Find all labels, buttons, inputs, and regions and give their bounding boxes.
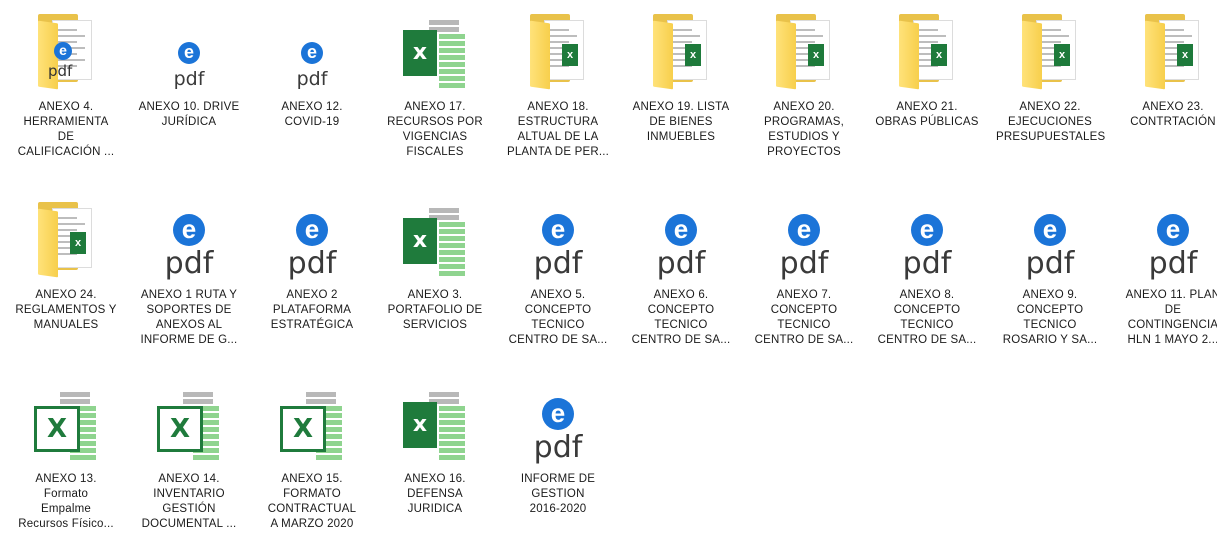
- file-item[interactable]: x ANEXO 18. ESTRUCTURA ALTUAL DE LA PLANT…: [504, 8, 612, 160]
- pdf-icon: e pdf: [1148, 214, 1198, 281]
- folder-excel-icon: x: [891, 8, 963, 94]
- file-label: ANEXO 5. CONCEPTO TECNICO CENTRO DE SA..…: [508, 289, 608, 346]
- file-label: ANEXO 11. PLAN DE CONTINGENCIA HLN 1 MAY…: [1125, 289, 1217, 346]
- file-label: ANEXO 9. CONCEPTO TECNICO ROSARIO Y SA..…: [1002, 289, 1098, 346]
- file-label: INFORME DE GESTION 2016-2020: [520, 473, 596, 515]
- pdf-icon: e pdf: [1025, 214, 1075, 281]
- file-label: ANEXO 21. OBRAS PÚBLICAS: [875, 101, 979, 128]
- file-item[interactable]: e pdf ANEXO 2 PLATAFORMA ESTRATÉGICA: [258, 196, 366, 333]
- file-label: ANEXO 23. CONTRTACIÓN: [1130, 101, 1216, 128]
- file-label: ANEXO 14. INVENTARIO GESTIÓN DOCUMENTAL …: [141, 473, 237, 530]
- file-item[interactable]: e pdf INFORME DE GESTION 2016-2020: [504, 380, 612, 517]
- file-label: ANEXO 10. DRIVE JURÍDICA: [138, 101, 240, 128]
- file-item[interactable]: e pdf ANEXO 9. CONCEPTO TECNICO ROSARIO Y …: [996, 196, 1104, 348]
- excel-icon: x: [399, 380, 471, 466]
- file-label: ANEXO 3. PORTAFOLIO DE SERVICIOS: [387, 289, 483, 331]
- file-label: ANEXO 22. EJECUCIONES PRESUPUESTALES: [996, 101, 1106, 143]
- file-item[interactable]: X ANEXO 14. INVENTARIO GESTIÓN DOCUMENTAL…: [135, 380, 243, 532]
- pdf-icon: e pdf: [533, 398, 583, 465]
- file-item[interactable]: e pdf ANEXO 10. DRIVE JURÍDICA: [135, 8, 243, 130]
- file-item[interactable]: x ANEXO 24. REGLAMENTOS Y MANUALES: [12, 196, 120, 333]
- file-item[interactable]: e pdf ANEXO 6. CONCEPTO TECNICO CENTRO DE …: [627, 196, 735, 348]
- folder-excel-icon: x: [645, 8, 717, 94]
- folder-excel-icon: x: [30, 196, 102, 282]
- file-item[interactable]: x ANEXO 16. DEFENSA JURIDICA: [381, 380, 489, 517]
- folder-pdf-icon: e pdf: [30, 8, 102, 94]
- file-label: ANEXO 6. CONCEPTO TECNICO CENTRO DE SA..…: [631, 289, 731, 346]
- file-label: ANEXO 19. LISTA DE BIENES INMUEBLES: [632, 101, 730, 143]
- pdf-icon: e pdf: [173, 42, 205, 90]
- file-label: ANEXO 18. ESTRUCTURA ALTUAL DE LA PLANTA…: [506, 101, 610, 158]
- file-label: ANEXO 1 RUTA Y SOPORTES DE ANEXOS AL INF…: [140, 289, 238, 346]
- file-item[interactable]: e pdf ANEXO 1 RUTA Y SOPORTES DE ANEXOS AL…: [135, 196, 243, 348]
- file-label: ANEXO 4. HERRAMIENTA DE CALIFICACIÓN ...: [17, 101, 115, 158]
- folder-excel-icon: x: [1014, 8, 1086, 94]
- file-item[interactable]: x ANEXO 22. EJECUCIONES PRESUPUESTALES: [996, 8, 1106, 145]
- pdf-icon: e pdf: [656, 214, 706, 281]
- file-item[interactable]: e pdf ANEXO 7. CONCEPTO TECNICO CENTRO DE …: [750, 196, 858, 348]
- file-label: ANEXO 8. CONCEPTO TECNICO CENTRO DE SA..…: [877, 289, 977, 346]
- pdf-icon: e pdf: [164, 214, 214, 281]
- file-item[interactable]: x ANEXO 20. PROGRAMAS, ESTUDIOS Y PROYECT…: [750, 8, 858, 160]
- pdf-icon: e pdf: [779, 214, 829, 281]
- file-label: ANEXO 13. Formato Empalme Recursos Físic…: [18, 473, 114, 530]
- excel-icon: x: [399, 8, 471, 94]
- file-label: ANEXO 20. PROGRAMAS, ESTUDIOS Y PROYECTO…: [764, 101, 844, 158]
- excel-icon: x: [399, 196, 471, 282]
- file-label: ANEXO 15. FORMATO CONTRACTUAL A MARZO 20…: [267, 473, 357, 530]
- file-item[interactable]: X ANEXO 13. Formato Empalme Recursos Físi…: [12, 380, 120, 532]
- file-item[interactable]: e pdf ANEXO 12. COVID-19: [258, 8, 366, 130]
- file-item[interactable]: x ANEXO 17. RECURSOS POR VIGENCIAS FISCAL…: [381, 8, 489, 160]
- excel-old-icon: X: [276, 380, 348, 466]
- folder-excel-icon: x: [768, 8, 840, 94]
- file-label: ANEXO 7. CONCEPTO TECNICO CENTRO DE SA..…: [754, 289, 854, 346]
- file-label: ANEXO 2 PLATAFORMA ESTRATÉGICA: [270, 289, 354, 331]
- file-label: ANEXO 16. DEFENSA JURIDICA: [404, 473, 466, 515]
- pdf-icon: e pdf: [902, 214, 952, 281]
- file-item[interactable]: e pdf ANEXO 11. PLAN DE CONTINGENCIA HLN 1…: [1119, 196, 1217, 348]
- file-label: ANEXO 17. RECURSOS POR VIGENCIAS FISCALE…: [387, 101, 483, 158]
- file-item[interactable]: x ANEXO 23. CONTRTACIÓN: [1119, 8, 1217, 130]
- folder-excel-icon: x: [522, 8, 594, 94]
- file-label: ANEXO 24. REGLAMENTOS Y MANUALES: [15, 289, 117, 331]
- file-item[interactable]: e pdf ANEXO 8. CONCEPTO TECNICO CENTRO DE …: [873, 196, 981, 348]
- excel-old-icon: X: [30, 380, 102, 466]
- file-item[interactable]: e pdf ANEXO 5. CONCEPTO TECNICO CENTRO DE …: [504, 196, 612, 348]
- pdf-icon: e pdf: [296, 42, 328, 90]
- pdf-icon: e pdf: [287, 214, 337, 281]
- file-item[interactable]: x ANEXO 21. OBRAS PÚBLICAS: [873, 8, 981, 130]
- folder-excel-icon: x: [1137, 8, 1209, 94]
- file-item[interactable]: x ANEXO 19. LISTA DE BIENES INMUEBLES: [627, 8, 735, 145]
- excel-old-icon: X: [153, 380, 225, 466]
- file-item[interactable]: x ANEXO 3. PORTAFOLIO DE SERVICIOS: [381, 196, 489, 333]
- pdf-icon: e pdf: [533, 214, 583, 281]
- file-item[interactable]: X ANEXO 15. FORMATO CONTRACTUAL A MARZO 2…: [258, 380, 366, 532]
- file-label: ANEXO 12. COVID-19: [281, 101, 343, 128]
- file-item[interactable]: e pdf ANEXO 4. HERRAMIENTA DE CALIFICACIÓN…: [12, 8, 120, 160]
